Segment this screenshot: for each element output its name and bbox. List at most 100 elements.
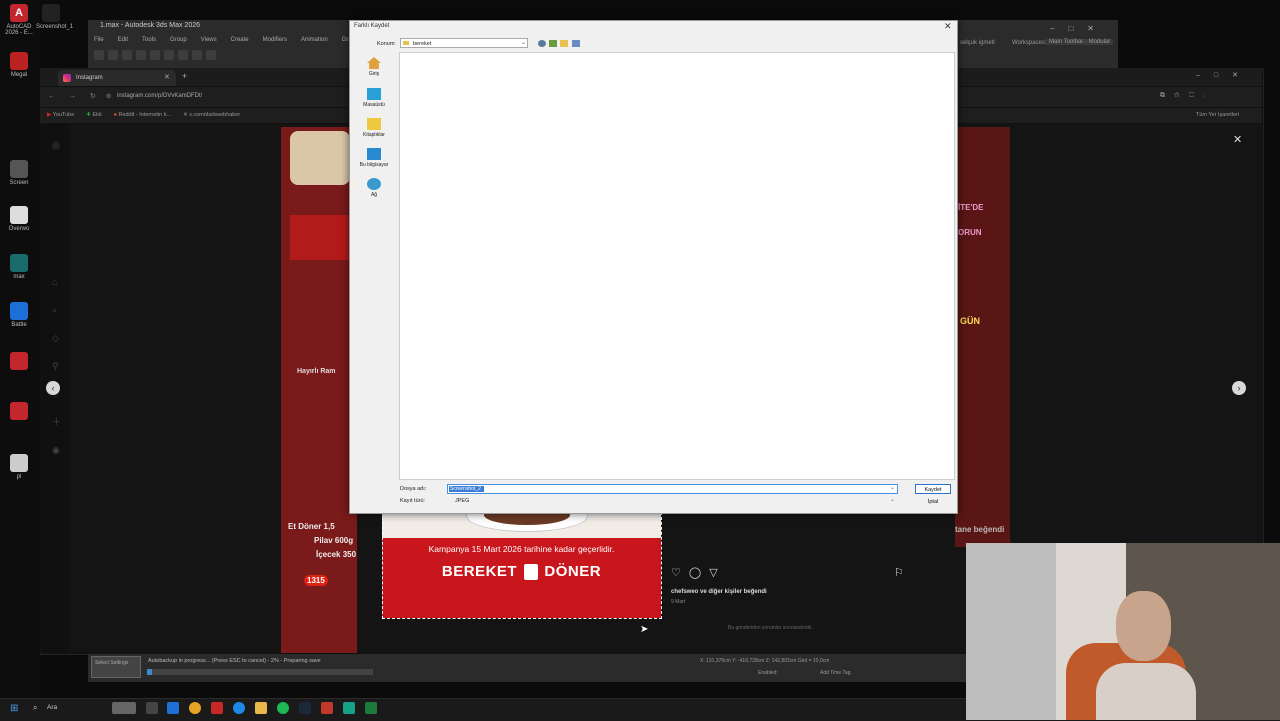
max-workspaces-select[interactable]: Main Toolbar - Modular [1046,39,1114,45]
cancel-button[interactable]: İptal [915,497,951,507]
desktop-icon-max[interactable]: max [4,254,34,280]
undo-icon[interactable] [94,50,104,60]
bind-icon[interactable] [150,50,160,60]
instagram-favicon-icon [63,74,71,82]
bookmark-reddit[interactable]: ● Reddit - Internetin k... [114,112,171,118]
desktop-icon-battlenet[interactable]: Battle [4,302,34,328]
comments-restricted-text: Bu gönderiden yorumlar sınırlandırıldı. [728,625,814,631]
browser-nav-buttons[interactable]: ←→↻ [48,92,110,100]
save-button[interactable]: Kaydet [915,484,951,494]
steam-icon[interactable] [299,702,311,714]
redo-icon[interactable] [108,50,118,60]
app-icon[interactable] [167,702,179,714]
excel-icon[interactable] [365,702,377,714]
nav-libraries[interactable]: Kitaplıklar [352,118,396,138]
share-icon[interactable]: ▽ [709,566,717,579]
app-icon[interactable] [321,702,333,714]
right-post-label: GÜN [960,316,980,326]
bookmark-ekti[interactable]: ✚ Ekti [86,112,101,118]
edge-icon[interactable] [233,702,245,714]
max-menu-create[interactable]: Create [231,37,249,43]
dialog-close-icon[interactable]: ✕ [944,21,952,32]
desktop-icon-mega[interactable]: Megal [4,52,34,78]
like-icon[interactable]: ♡ [671,566,681,579]
tab-close-icon[interactable]: ✕ [164,70,170,86]
comment-icon[interactable]: ◯ [689,566,701,579]
up-folder-icon[interactable] [549,40,557,47]
browser-tab-instagram[interactable]: Instagram ✕ [58,70,176,86]
desktop-icon-red1[interactable] [4,352,34,372]
location-select[interactable]: bereket [400,38,528,48]
browser-toolbar-icons[interactable]: ⧉☆⬚⋮ [1160,92,1214,100]
snip-selection-rectangle[interactable] [382,512,662,619]
back-icon[interactable] [538,40,546,47]
site-info-icon[interactable]: ⚙ [106,93,111,100]
filename-input[interactable] [447,484,898,494]
max-menu-group[interactable]: Group [170,37,187,43]
nav-network[interactable]: Ağ [352,178,396,198]
desktop-icon-autocad[interactable]: A AutoCAD 2026 - E... [4,4,34,36]
nav-item-label: Giriş [368,71,380,77]
instagram-logo-icon[interactable]: ◎ [52,140,60,151]
task-view-icon[interactable] [146,702,158,714]
max-menu-views[interactable]: Views [201,37,217,43]
max-main-toolbar [94,50,354,62]
mouse-cursor-icon: ➤ [640,624,649,635]
max-window-controls[interactable]: –□✕ [1050,24,1108,33]
chrome-icon[interactable] [189,702,201,714]
spotify-icon[interactable] [277,702,289,714]
move-icon[interactable] [178,50,188,60]
new-tab-icon[interactable]: + [182,71,187,81]
max-menu-edit[interactable]: Edit [118,37,128,43]
search-icon[interactable]: ⌕ [33,703,37,713]
app-icon[interactable] [211,702,223,714]
url-field[interactable]: instagram.com/p/DVvKamDFDt/ [117,93,202,99]
new-folder-icon[interactable] [560,40,568,47]
max-menu-file[interactable]: File [94,37,104,43]
next-post-button[interactable]: › [1232,381,1246,395]
3dsmax-taskbar-icon[interactable] [343,702,355,714]
max-menu-modifiers[interactable]: Modifiers [263,37,287,43]
scale-icon[interactable] [206,50,216,60]
instagram-nav-icons[interactable]: ⌂⌕◇⚲♡＋◉ [52,268,61,464]
chevron-down-icon[interactable]: ⌄ [521,39,526,46]
widgets-icon[interactable] [112,702,136,714]
filetype-select[interactable]: JPEG [447,497,898,506]
bookmark-youtube[interactable]: ▶ YouTube [47,112,74,118]
nav-this-pc[interactable]: Bu bilgisayar [352,148,396,168]
likes-text[interactable]: chefsweo ve diğer kişiler beğendi [671,589,767,595]
app-icon [10,402,28,420]
desktop-icon-screenshot[interactable]: Screenshot_1 [36,4,73,30]
view-menu-icon[interactable] [572,40,580,47]
unlink-icon[interactable] [136,50,146,60]
windows-start-icon[interactable]: ⊞ [10,703,18,714]
max-left-box[interactable]: Select Settings [91,656,141,678]
rotate-icon[interactable] [192,50,202,60]
app-icon [10,352,28,370]
chevron-down-icon[interactable]: ⌄ [890,484,895,491]
desktop-icon-screen[interactable]: Screen [4,160,34,186]
nav-home[interactable]: Giriş [352,57,396,77]
select-icon[interactable] [164,50,174,60]
close-post-icon[interactable]: ✕ [1233,133,1242,146]
reddit-icon: ● [113,112,117,118]
chevron-down-icon[interactable]: ⌄ [890,496,895,503]
all-bookmarks[interactable]: Tüm Yer İşaretleri [1196,112,1239,118]
link-icon[interactable] [122,50,132,60]
desktop-icon-pl[interactable]: pl [4,454,34,480]
desktop-icon-red2[interactable] [4,402,34,422]
app-icon [10,160,28,178]
save-post-icon[interactable]: ⚐ [894,566,904,579]
browser-window-controls[interactable]: –□✕ [1196,71,1252,79]
bookmark-x[interactable]: ✕ x.com/darkwebhaber [183,112,240,118]
taskbar-search[interactable]: Ara [47,704,57,711]
previous-post-button[interactable]: ‹ [46,381,60,395]
coordinate-readout: X: 131,376cm Y: -416,728cm Z: 142,803cm … [700,658,830,664]
max-menu-animation[interactable]: Animation [301,37,328,43]
nav-desktop[interactable]: Masaüstü [352,88,396,108]
file-explorer-icon[interactable] [255,702,267,714]
max-menu-tools[interactable]: Tools [142,37,156,43]
add-time-tag[interactable]: Add Time Tag [820,670,850,676]
desktop-icon-overwolf[interactable]: Overwo [4,206,34,232]
file-list-area[interactable] [399,52,955,480]
